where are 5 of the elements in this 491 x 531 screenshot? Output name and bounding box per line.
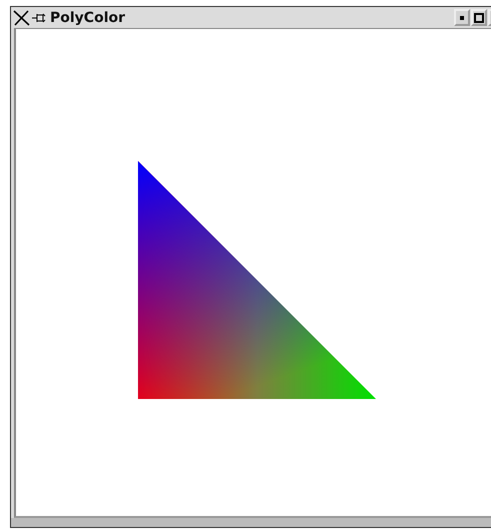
minimize-button[interactable] [454,9,470,26]
x-logo-icon[interactable] [13,10,31,26]
maximize-button[interactable] [471,9,487,26]
pin-icon[interactable] [32,12,46,24]
window-title: PolyColor [50,10,126,26]
